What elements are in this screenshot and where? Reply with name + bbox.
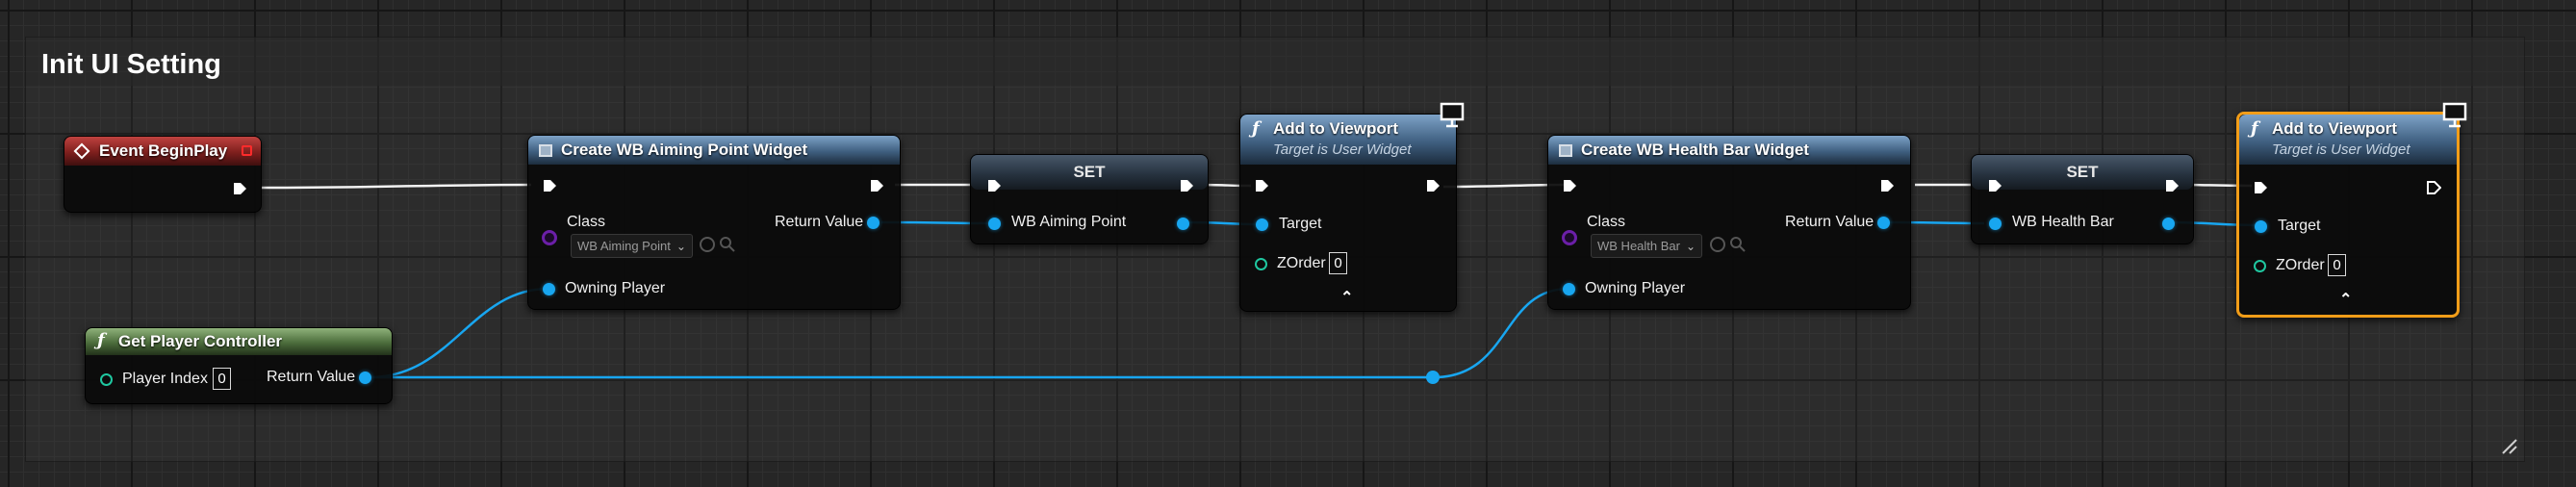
return-value-pin[interactable] <box>867 217 880 229</box>
node-title: Add to Viewport <box>2272 119 2398 138</box>
set-health-variable-node[interactable]: SET WB Health Bar <box>1971 154 2194 244</box>
exec-out-pin[interactable] <box>232 181 247 196</box>
zorder-pin[interactable] <box>1255 258 1267 270</box>
return-value-label: Return Value <box>1785 214 1875 230</box>
node-subtitle: Target is User Widget <box>1273 141 1412 158</box>
class-dropdown[interactable]: WB Aiming Point ⌄ <box>571 234 693 258</box>
class-label: Class <box>567 214 606 230</box>
exec-in-pin[interactable] <box>542 178 557 193</box>
target-pin[interactable] <box>1256 218 1268 231</box>
collapse-chevron-icon[interactable]: ⌃ <box>1340 288 1353 307</box>
class-label: Class <box>1587 214 1626 230</box>
node-title: Get Player Controller <box>118 332 283 350</box>
owning-player-label: Owning Player <box>1585 280 1686 296</box>
class-dropdown-value: WB Aiming Point <box>577 239 671 253</box>
variable-in-pin[interactable] <box>988 218 1001 230</box>
exec-in-pin[interactable] <box>1987 178 2002 193</box>
node-subtitle: Target is User Widget <box>2272 141 2410 158</box>
class-dropdown-value: WB Health Bar <box>1597 239 1680 253</box>
class-pin[interactable] <box>542 230 557 245</box>
widget-class-icon <box>1559 144 1572 157</box>
exec-wire <box>261 183 532 190</box>
zorder-input[interactable]: 0 <box>1329 252 1347 274</box>
create-health-widget-node[interactable]: Create WB Health Bar Widget Class WB Hea… <box>1547 135 1911 310</box>
browse-search-icon[interactable] <box>719 236 736 253</box>
exec-in-pin[interactable] <box>1254 178 1269 193</box>
class-dropdown[interactable]: WB Health Bar ⌄ <box>1591 234 1703 258</box>
return-value-label: Return Value <box>775 214 864 230</box>
add-to-viewport-node-2[interactable]: ƒ Add to Viewport Target is User Widget … <box>2236 102 2467 318</box>
variable-out-pin[interactable] <box>2162 218 2175 230</box>
exec-out-pin[interactable] <box>2426 180 2441 195</box>
variable-label: WB Health Bar <box>2012 214 2114 230</box>
add-to-viewport-node-1[interactable]: ƒ Add to Viewport Target is User Widget … <box>1239 102 1465 312</box>
node-title: Add to Viewport <box>1273 119 1399 138</box>
delegate-pin-icon[interactable] <box>242 145 252 156</box>
exec-out-pin[interactable] <box>1425 178 1441 193</box>
variable-out-pin[interactable] <box>1177 218 1189 230</box>
collapse-chevron-icon[interactable]: ⌃ <box>2339 290 2352 309</box>
owning-player-pin[interactable] <box>1563 283 1575 295</box>
function-f-icon: ƒ <box>97 330 105 350</box>
owning-player-pin[interactable] <box>543 283 555 295</box>
set-aiming-variable-node[interactable]: SET WB Aiming Point <box>970 154 1209 244</box>
class-pin[interactable] <box>1562 230 1577 245</box>
viewport-monitor-icon <box>1440 102 1465 128</box>
player-index-input[interactable]: 0 <box>213 368 231 390</box>
exec-out-pin[interactable] <box>869 178 884 193</box>
target-label: Target <box>1279 216 1322 232</box>
variable-in-pin[interactable] <box>1989 218 2002 230</box>
set-title: SET <box>1073 163 1106 181</box>
get-player-controller-node[interactable]: ƒ Get Player Controller Player Index 0 R… <box>85 327 393 404</box>
set-title: SET <box>2066 163 2099 181</box>
exec-out-pin[interactable] <box>1179 178 1194 193</box>
event-beginplay-node[interactable]: Event BeginPlay <box>64 136 262 213</box>
function-f-icon: ƒ <box>1252 118 1260 139</box>
use-selected-icon[interactable] <box>1710 237 1725 252</box>
node-title: Create WB Aiming Point Widget <box>561 141 808 159</box>
exec-in-pin[interactable] <box>2253 180 2268 195</box>
browse-search-icon[interactable] <box>1729 236 1747 253</box>
owning-player-label: Owning Player <box>565 280 666 296</box>
use-selected-icon[interactable] <box>700 237 715 252</box>
variable-label: WB Aiming Point <box>1011 214 1127 230</box>
node-title: Create WB Health Bar Widget <box>1581 141 1809 159</box>
return-value-pin[interactable] <box>1877 217 1890 229</box>
player-index-label: Player Index <box>122 371 208 387</box>
function-f-icon: ƒ <box>2251 118 2258 139</box>
chevron-down-icon: ⌄ <box>676 240 686 253</box>
player-index-pin[interactable] <box>100 373 113 386</box>
widget-class-icon <box>539 144 552 157</box>
zorder-input[interactable]: 0 <box>2328 254 2346 276</box>
target-label: Target <box>2278 218 2321 234</box>
zorder-pin[interactable] <box>2254 260 2266 272</box>
return-value-pin[interactable] <box>359 372 371 384</box>
viewport-monitor-icon <box>2442 102 2467 128</box>
reroute-knot[interactable] <box>1426 371 1440 384</box>
create-aiming-widget-node[interactable]: Create WB Aiming Point Widget Class WB A… <box>527 135 901 310</box>
exec-out-pin[interactable] <box>1879 178 1895 193</box>
exec-out-pin[interactable] <box>2164 178 2180 193</box>
exec-in-pin[interactable] <box>1562 178 1577 193</box>
node-title: Event BeginPlay <box>99 141 228 160</box>
zorder-label: ZOrder <box>2276 257 2325 273</box>
return-value-label: Return Value <box>267 369 356 385</box>
object-wire <box>369 287 549 379</box>
target-pin[interactable] <box>2255 220 2267 233</box>
zorder-label: ZOrder <box>1277 255 1326 271</box>
exec-in-pin[interactable] <box>986 178 1002 193</box>
chevron-down-icon: ⌄ <box>1685 240 1696 253</box>
